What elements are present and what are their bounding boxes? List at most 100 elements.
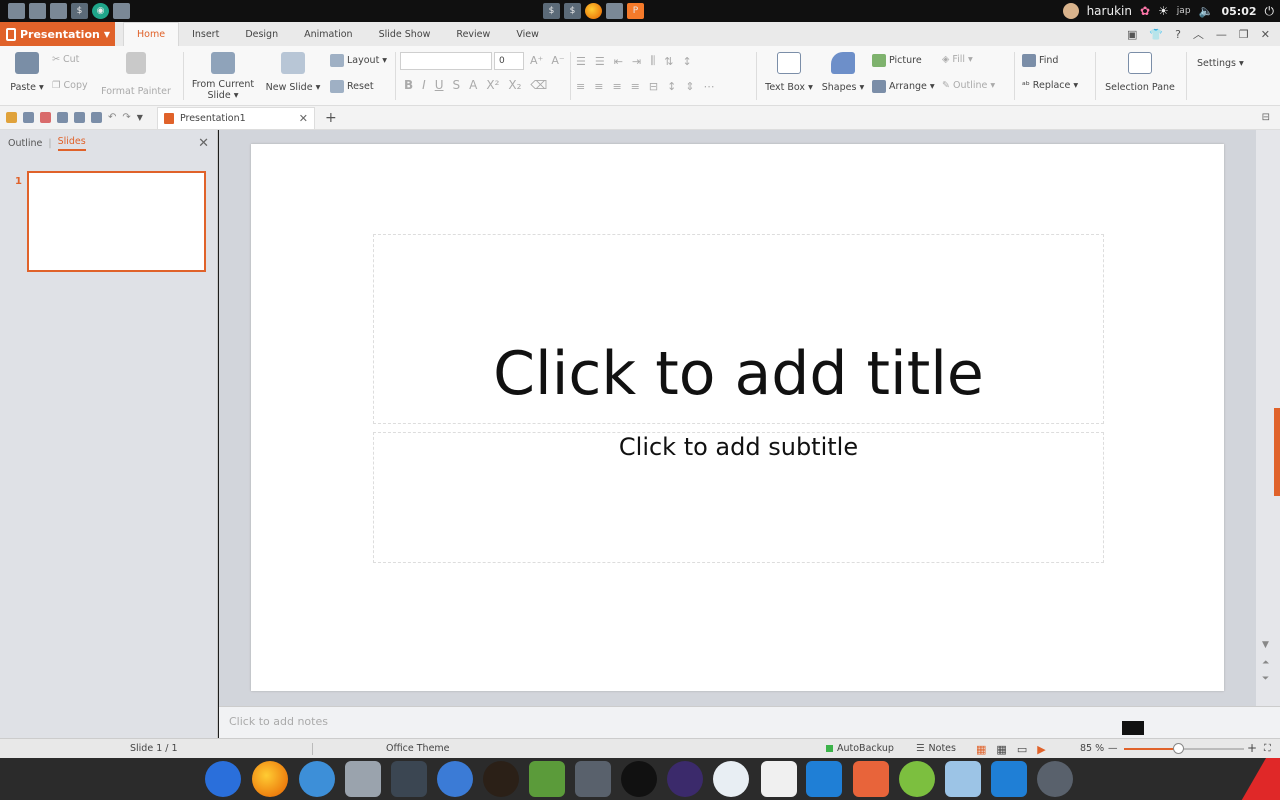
help-dock-icon[interactable]	[437, 761, 473, 797]
document-viewer-icon[interactable]	[761, 761, 797, 797]
android-studio-icon[interactable]	[899, 761, 935, 797]
scrollbar-thumb[interactable]	[1274, 408, 1280, 496]
layout-button[interactable]: Layout ▾	[330, 54, 387, 67]
increase-indent-icon[interactable]: ⇥	[632, 55, 641, 68]
terminal-task-icon[interactable]: $	[543, 3, 560, 19]
align-right-icon[interactable]: ≡	[612, 80, 621, 93]
theme-name[interactable]: Office Theme	[386, 743, 450, 754]
presentation-task-icon[interactable]: P	[627, 3, 644, 19]
brightness-icon[interactable]: ☀	[1158, 4, 1169, 18]
text-align-icon[interactable]: ↕	[682, 55, 691, 68]
shapes-button[interactable]: Shapes ▾	[820, 52, 866, 93]
find-button[interactable]: Find	[1022, 54, 1058, 67]
editor-icon[interactable]	[113, 3, 130, 19]
reset-button[interactable]: Reset	[330, 80, 374, 93]
text-direction-icon[interactable]: ⇅	[664, 55, 673, 68]
outline-button[interactable]: ✎ Outline ▾	[942, 80, 995, 91]
print-icon[interactable]	[57, 112, 68, 123]
zoom-slider[interactable]	[1124, 743, 1244, 754]
redo-icon[interactable]: ↷	[122, 112, 130, 123]
minimize-icon[interactable]: —	[1216, 28, 1227, 41]
tab-home[interactable]: Home	[123, 22, 180, 46]
terminal-icon[interactable]: $	[71, 3, 88, 19]
folder-icon[interactable]	[50, 3, 67, 19]
normal-view-icon[interactable]: ▦	[976, 743, 986, 756]
font-name-input[interactable]	[400, 52, 492, 70]
page-icon[interactable]	[91, 112, 102, 123]
terminal-task-2-icon[interactable]: $	[564, 3, 581, 19]
picture-button[interactable]: Picture	[872, 54, 922, 67]
vscode-icon[interactable]	[806, 761, 842, 797]
slide-sorter-icon[interactable]: ▦	[996, 743, 1006, 756]
media-player-icon[interactable]: ◉	[92, 3, 109, 19]
tab-outline[interactable]: Outline	[8, 138, 42, 149]
text-box-button[interactable]: Text Box ▾	[762, 52, 816, 93]
bullets-icon[interactable]: ☰	[576, 55, 586, 68]
tab-slide-show[interactable]: Slide Show	[366, 22, 444, 46]
underline-icon[interactable]: U	[435, 78, 444, 92]
slide-thumbnail[interactable]	[27, 171, 206, 272]
fill-button[interactable]: ◈ Fill ▾	[942, 54, 973, 65]
files-task-icon[interactable]	[606, 3, 623, 19]
help-icon[interactable]: ?	[1175, 28, 1181, 41]
user-name[interactable]: harukin	[1087, 4, 1132, 18]
scroll-down-arrow-icon[interactable]: ▼	[1262, 640, 1269, 650]
firefox-icon[interactable]	[252, 761, 288, 797]
line-spacing-icon[interactable]: ↕	[667, 80, 676, 93]
notes-toggle-button[interactable]: ☰ Notes	[916, 743, 956, 754]
paragraph-spacing-icon[interactable]: ⇕	[685, 80, 694, 93]
files-icon[interactable]	[29, 3, 46, 19]
tab-menu-icon[interactable]: ⊟	[1262, 112, 1270, 123]
close-icon[interactable]: ✕	[1261, 28, 1270, 41]
align-left-icon[interactable]: ≡	[576, 80, 585, 93]
document-tab[interactable]: Presentation1 ✕	[156, 106, 315, 129]
cut-button[interactable]: ✂ Cut	[52, 54, 79, 65]
arrange-button[interactable]: Arrange ▾	[872, 80, 935, 93]
app-2-icon[interactable]	[483, 761, 519, 797]
reading-view-icon[interactable]: ▭	[1017, 743, 1027, 756]
close-tab-icon[interactable]: ✕	[299, 112, 308, 125]
amazon-icon[interactable]	[621, 761, 657, 797]
settings-button[interactable]: Settings ▾	[1197, 58, 1244, 69]
selection-pane-button[interactable]: Selection Pane	[1100, 52, 1180, 93]
autobackup-button[interactable]: AutoBackup	[826, 743, 894, 754]
terminal-dock-icon[interactable]	[391, 761, 427, 797]
firefox-task-icon[interactable]	[585, 3, 602, 19]
italic-icon[interactable]: I	[422, 78, 426, 92]
slideshow-icon[interactable]: ▶	[1037, 743, 1045, 756]
audio-app-icon[interactable]	[667, 761, 703, 797]
zoom-slider-handle[interactable]	[1173, 743, 1184, 754]
zoom-level[interactable]: 85 %	[1080, 743, 1104, 754]
fit-window-icon[interactable]: ⛶	[1264, 743, 1271, 754]
home-folder-icon[interactable]	[8, 3, 25, 19]
customize-toolbar-icon[interactable]: ▼	[137, 113, 143, 122]
volume-icon[interactable]: 🔈	[1199, 4, 1214, 18]
keyboard-layout[interactable]: jap	[1177, 6, 1191, 16]
system-settings-icon[interactable]	[1037, 761, 1073, 797]
copy-button[interactable]: ❐ Copy	[52, 80, 88, 91]
tab-insert[interactable]: Insert	[179, 22, 232, 46]
distribute-icon[interactable]: ⊟	[649, 80, 658, 93]
files-dock-icon[interactable]	[345, 761, 381, 797]
minecraft-icon[interactable]	[529, 761, 565, 797]
paste-button[interactable]: Paste ▾	[8, 52, 46, 93]
print-preview-icon[interactable]	[74, 112, 85, 123]
shrink-font-icon[interactable]: A⁻	[551, 54, 564, 67]
vertical-scrollbar[interactable]: ▼ ⏶ ⏷	[1256, 130, 1280, 706]
paragraph-settings-icon[interactable]: ⋯	[704, 80, 715, 93]
app-menu-button[interactable]: Presentation ▼	[0, 22, 115, 46]
tab-design[interactable]: Design	[232, 22, 291, 46]
from-current-slide-button[interactable]: From Current Slide ▾	[190, 52, 256, 101]
office-icon[interactable]	[853, 761, 889, 797]
title-placeholder[interactable]: Click to add title	[373, 234, 1104, 424]
mustache-app-icon[interactable]	[299, 761, 335, 797]
slide-canvas[interactable]: Click to add title Click to add subtitle	[251, 144, 1224, 691]
export-pdf-icon[interactable]	[40, 112, 51, 123]
notes-area[interactable]: Click to add notes	[219, 706, 1280, 738]
remote-desktop-icon[interactable]	[991, 761, 1027, 797]
new-slide-button[interactable]: New Slide ▾	[264, 52, 322, 93]
superscript-icon[interactable]: X²	[486, 78, 499, 92]
tab-animation[interactable]: Animation	[291, 22, 365, 46]
virtualbox-icon[interactable]	[945, 761, 981, 797]
undo-icon[interactable]: ↶	[108, 112, 116, 123]
